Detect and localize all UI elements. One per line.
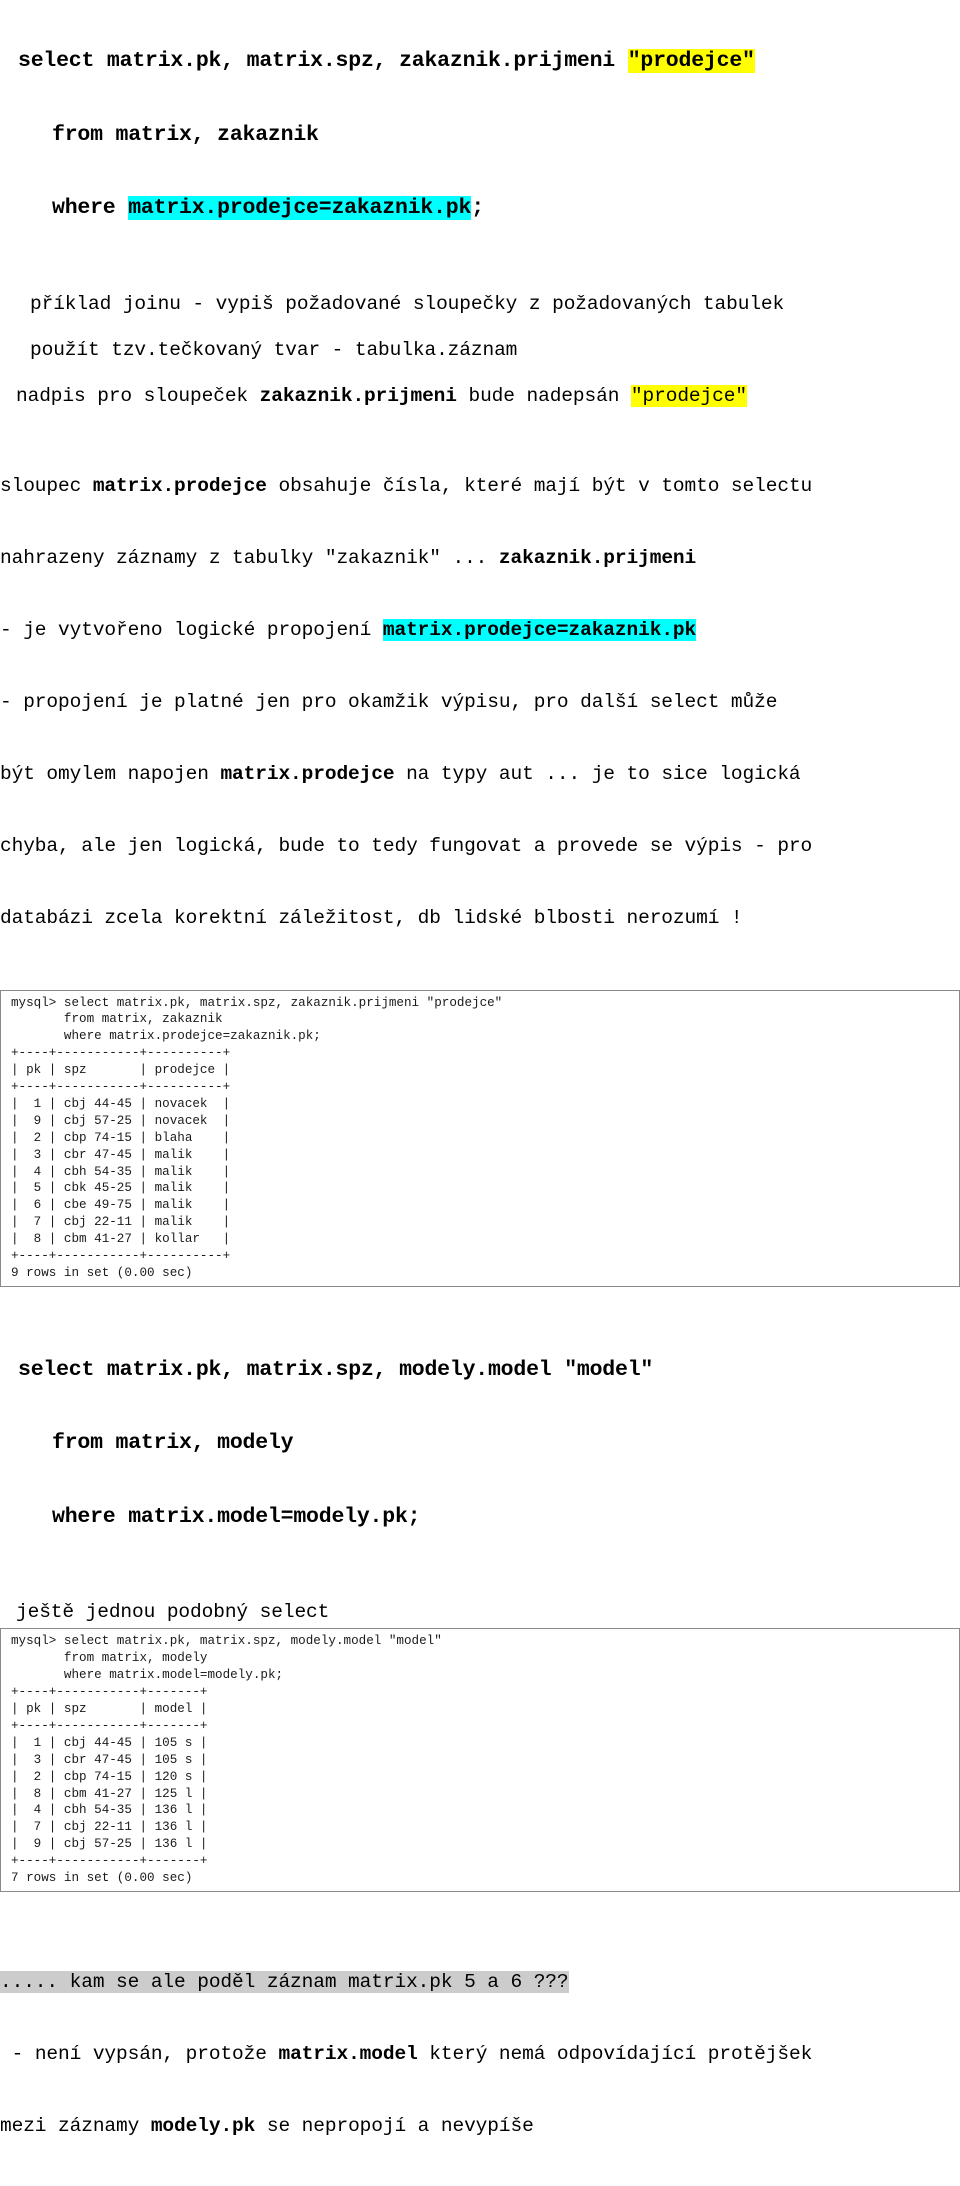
sql-1-line-3: where matrix.prodejce=zakaznik.pk; (0, 196, 960, 221)
explanation-line-6: chyba, ale jen logická, bude to tedy fun… (0, 834, 813, 857)
terminal-2-rule-top: +----+-----------+-------+ (11, 1685, 208, 1700)
note-column-caption: nadpis pro sloupeček zakaznik.prijmeni b… (0, 384, 960, 408)
conclusion-block: ..... kam se ale poděl záznam matrix.pk … (0, 1922, 960, 2186)
conclusion-line-3-field: modely.pk (150, 2115, 256, 2137)
conclusion-line-3: mezi záznamy modely.pk se nepropojí a ne… (0, 2114, 960, 2138)
document-page: select matrix.pk, matrix.spz, zakaznik.p… (0, 0, 960, 2137)
explanation-line-3-a: - je vytvořeno logické propojení (0, 618, 383, 641)
explanation-line-5: být omylem napojen matrix.prodejce na ty… (0, 762, 960, 786)
sql-statement-2: select matrix.pk, matrix.spz, modely.mod… (0, 1309, 960, 1579)
terminal-2-cont-line-1: from matrix, modely (11, 1651, 208, 1666)
sql-1-line-2: from matrix, zakaznik (52, 122, 319, 147)
terminal-1-rule-mid: +----+-----------+----------+ (11, 1080, 231, 1095)
note-column-caption-c: bude nadepsán (456, 384, 631, 407)
sql-1-where-keyword: where (52, 196, 129, 220)
table-row: | 4 | cbh 54-35 | 136 l | (11, 1803, 208, 1818)
table-row: | 8 | cbm 41-27 | kollar | (11, 1232, 231, 1247)
note-column-caption-highlight: "prodejce" (630, 384, 747, 407)
conclusion-question-highlight: ..... kam se ale poděl záznam matrix.pk … (0, 1971, 569, 1993)
conclusion-question-line: ..... kam se ale poděl záznam matrix.pk … (0, 1970, 960, 1994)
explanation-line-5-field: matrix.prodejce (220, 762, 395, 785)
terminal-output-2: mysql> select matrix.pk, matrix.spz, mod… (0, 1628, 960, 1892)
explanation-line-4: - propojení je platné jen pro okamžik vý… (0, 690, 778, 713)
terminal-1-rule-bottom: +----+-----------+----------+ (11, 1249, 231, 1264)
table-row: | 1 | cbj 44-45 | novacek | (11, 1096, 231, 1111)
terminal-2-rule-bottom: +----+-----------+-------+ (11, 1854, 208, 1869)
conclusion-line-3-a: mezi záznamy (0, 2115, 151, 2137)
explanation-line-7: databázi zcela korektní záležitost, db l… (0, 906, 743, 929)
explanation-line-5-a: být omylem napojen (0, 762, 221, 785)
explanation-line-1-field: matrix.prodejce (92, 474, 267, 497)
note-column-caption-a: nadpis pro sloupeček (16, 384, 260, 407)
explanation-line-1-c: obsahuje čísla, které mají být v tomto s… (266, 474, 813, 497)
terminal-output-1: mysql> select matrix.pk, matrix.spz, zak… (0, 989, 960, 1287)
sql-2-line-1: select matrix.pk, matrix.spz, modely.mod… (18, 1357, 654, 1382)
table-row: | 3 | cbr 47-45 | malik | (11, 1147, 231, 1162)
terminal-2-row-count: 7 rows in set (0.00 sec) (11, 1871, 193, 1886)
sql-2-line-3: where matrix.model=modely.pk; (52, 1504, 421, 1529)
conclusion-line-2-a: - není vypsán, protože (0, 2043, 279, 2065)
terminal-1-cont-line-2: where matrix.prodejce=zakaznik.pk; (11, 1029, 321, 1044)
explanation-line-1-a: sloupec (0, 474, 93, 497)
table-row: | 7 | cbj 22-11 | 136 l | (11, 1820, 208, 1835)
sql-2-line-2: from matrix, modely (52, 1431, 294, 1456)
sql-1-join-condition-highlight: matrix.prodejce=zakaznik.pk (128, 196, 472, 220)
conclusion-line-2-c: který nemá odpovídající protějšek (417, 2043, 813, 2065)
note-dotted-form: použít tzv.tečkovaný tvar - tabulka.zázn… (30, 338, 518, 361)
note-another-select: ještě jednou podobný select (16, 1601, 330, 1624)
terminal-1-prompt-line: mysql> select matrix.pk, matrix.spz, zak… (11, 995, 503, 1010)
terminal-1-column-header: | pk | spz | prodejce | (11, 1063, 231, 1078)
table-row: | 3 | cbr 47-45 | 105 s | (11, 1752, 208, 1767)
explanation-block: sloupec matrix.prodejce obsahuje čísla, … (0, 426, 960, 978)
terminal-1-rule-top: +----+-----------+----------+ (11, 1046, 231, 1061)
table-row: | 2 | cbp 74-15 | 120 s | (11, 1769, 208, 1784)
table-row: | 6 | cbe 49-75 | malik | (11, 1198, 231, 1213)
table-row: | 9 | cbj 57-25 | 136 l | (11, 1837, 208, 1852)
explanation-line-1: sloupec matrix.prodejce obsahuje čísla, … (0, 474, 960, 498)
table-row: | 7 | cbj 22-11 | malik | (11, 1215, 231, 1230)
table-row: | 5 | cbk 45-25 | malik | (11, 1181, 231, 1196)
sql-1-line-1: select matrix.pk, matrix.spz, zakaznik.p… (0, 49, 960, 74)
table-row: | 2 | cbp 74-15 | blaha | (11, 1130, 231, 1145)
terminal-1-cont-line-1: from matrix, zakaznik (11, 1012, 223, 1027)
terminal-2-column-header: | pk | spz | model | (11, 1702, 208, 1717)
explanation-line-5-c: na typy aut ... je to sice logická (394, 762, 801, 785)
sql-1-alias-highlight: "prodejce" (627, 49, 755, 73)
sql-statement-1: select matrix.pk, matrix.spz, zakaznik.p… (0, 0, 960, 270)
terminal-1-row-count: 9 rows in set (0.00 sec) (11, 1266, 193, 1280)
terminal-2-prompt-line: mysql> select matrix.pk, matrix.spz, mod… (11, 1634, 442, 1649)
sql-1-line-1-text: select matrix.pk, matrix.spz, zakaznik.p… (18, 49, 628, 73)
explanation-line-3: - je vytvořeno logické propojení matrix.… (0, 618, 960, 642)
conclusion-line-3-c: se nepropojí a nevypíše (255, 2115, 534, 2137)
sql-1-semicolon: ; (471, 196, 484, 220)
explanation-line-2-field: zakaznik.prijmeni (498, 546, 697, 569)
terminal-2-rule-mid: +----+-----------+-------+ (11, 1718, 208, 1733)
table-row: | 9 | cbj 57-25 | novacek | (11, 1113, 231, 1128)
note-join-example: příklad joinu - vypiš požadované sloupeč… (30, 292, 785, 315)
conclusion-line-2-field: matrix.model (278, 2043, 418, 2065)
explanation-line-2-a: nahrazeny záznamy z tabulky "zakaznik" .… (0, 546, 499, 569)
table-row: | 8 | cbm 41-27 | 125 l | (11, 1786, 208, 1801)
explanation-join-condition-highlight: matrix.prodejce=zakaznik.pk (382, 618, 697, 641)
conclusion-line-2: - není vypsán, protože matrix.model kter… (0, 2042, 960, 2066)
table-row: | 4 | cbh 54-35 | malik | (11, 1164, 231, 1179)
table-row: | 1 | cbj 44-45 | 105 s | (11, 1735, 208, 1750)
explanation-line-2: nahrazeny záznamy z tabulky "zakaznik" .… (0, 546, 960, 570)
note-column-caption-field: zakaznik.prijmeni (259, 384, 457, 407)
terminal-2-cont-line-2: where matrix.model=modely.pk; (11, 1668, 284, 1683)
